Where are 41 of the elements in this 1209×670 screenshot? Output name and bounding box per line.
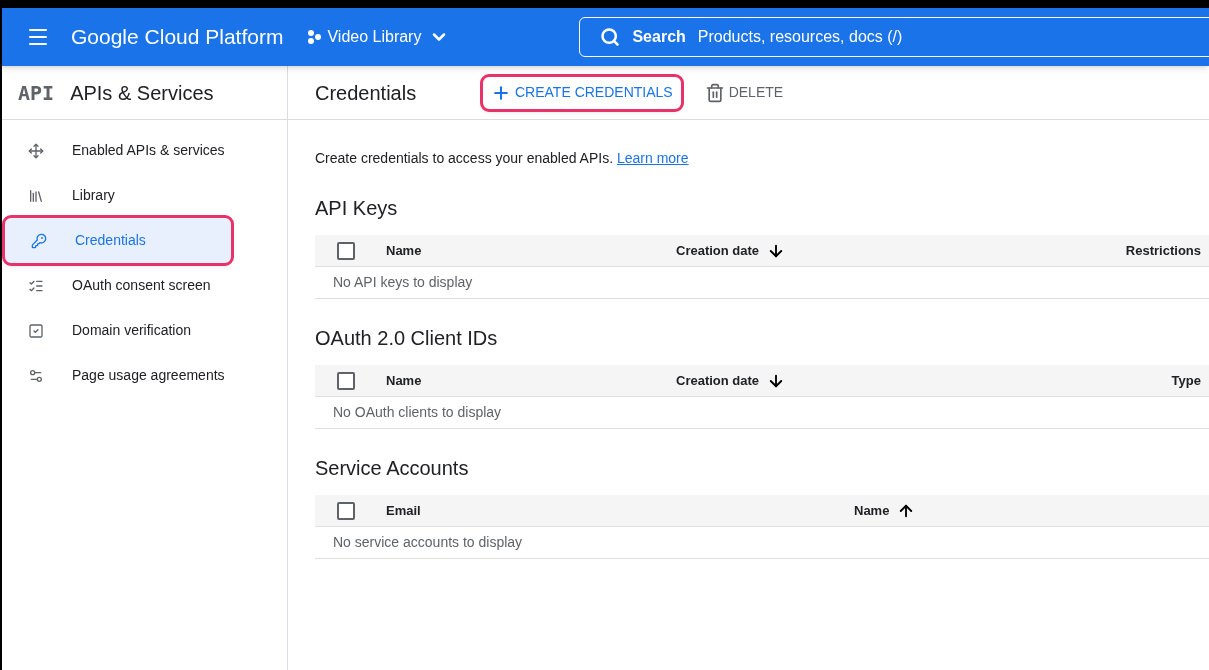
key-icon <box>31 232 47 249</box>
section-title: Service Accounts <box>315 456 470 481</box>
column-header[interactable]: Email <box>386 500 421 521</box>
column-header[interactable]: Type <box>1171 370 1201 391</box>
columns-icon <box>28 187 44 204</box>
search-icon <box>600 27 621 47</box>
search-label: Search <box>632 27 686 47</box>
select-all-checkbox[interactable] <box>337 371 355 390</box>
select-all-checkbox[interactable] <box>337 241 355 260</box>
column-header[interactable]: Name <box>386 370 422 391</box>
sidebar-item[interactable]: Page usage agreements <box>2 353 287 398</box>
column-header[interactable]: Name <box>854 500 890 521</box>
sidebar-item[interactable]: Domain verification <box>2 308 287 353</box>
column-header[interactable]: Name <box>386 240 422 261</box>
checkbox-icon <box>28 322 44 339</box>
learn-more-link[interactable]: Learn more <box>616 150 689 166</box>
intro-text: Create credentials to access your enabled APIs. Learn more <box>315 149 690 168</box>
sidebar-item[interactable]: Enabled APIs & services <box>2 128 287 173</box>
search-input[interactable]: Products, resources, docs (/) <box>697 25 1209 49</box>
sidebar-item[interactable]: Library <box>2 173 287 218</box>
section-title: API Keys <box>315 196 399 221</box>
column-header[interactable]: Creation date <box>676 240 760 261</box>
trash-icon <box>704 82 725 103</box>
select-all-checkbox[interactable] <box>337 501 355 520</box>
empty-table-message: No OAuth clients to display <box>333 403 502 422</box>
project-picker[interactable]: Video Library <box>307 25 450 49</box>
section-title: OAuth 2.0 Client IDs <box>315 326 499 351</box>
sidebar-item[interactable]: Credentials <box>5 218 231 263</box>
create-credentials-button[interactable]: CREATE CREDENTIALS <box>483 76 681 109</box>
column-header[interactable]: Creation date <box>676 370 760 391</box>
move-icon <box>28 142 44 159</box>
sidebar-item[interactable]: OAuth consent screen <box>2 263 287 308</box>
column-header[interactable]: Restrictions <box>1125 240 1201 261</box>
empty-table-message: No service accounts to display <box>333 533 523 552</box>
api-logo-text: API <box>18 79 55 107</box>
empty-table-message: No API keys to display <box>333 273 473 292</box>
sliders-icon <box>28 367 44 384</box>
sidebar-title: APIs & Services <box>70 80 214 106</box>
page-title: Credentials <box>315 80 418 106</box>
search-field[interactable]: Search Products, resources, docs (/) <box>579 17 1209 57</box>
app-title[interactable]: Google Cloud Platform <box>71 21 284 53</box>
